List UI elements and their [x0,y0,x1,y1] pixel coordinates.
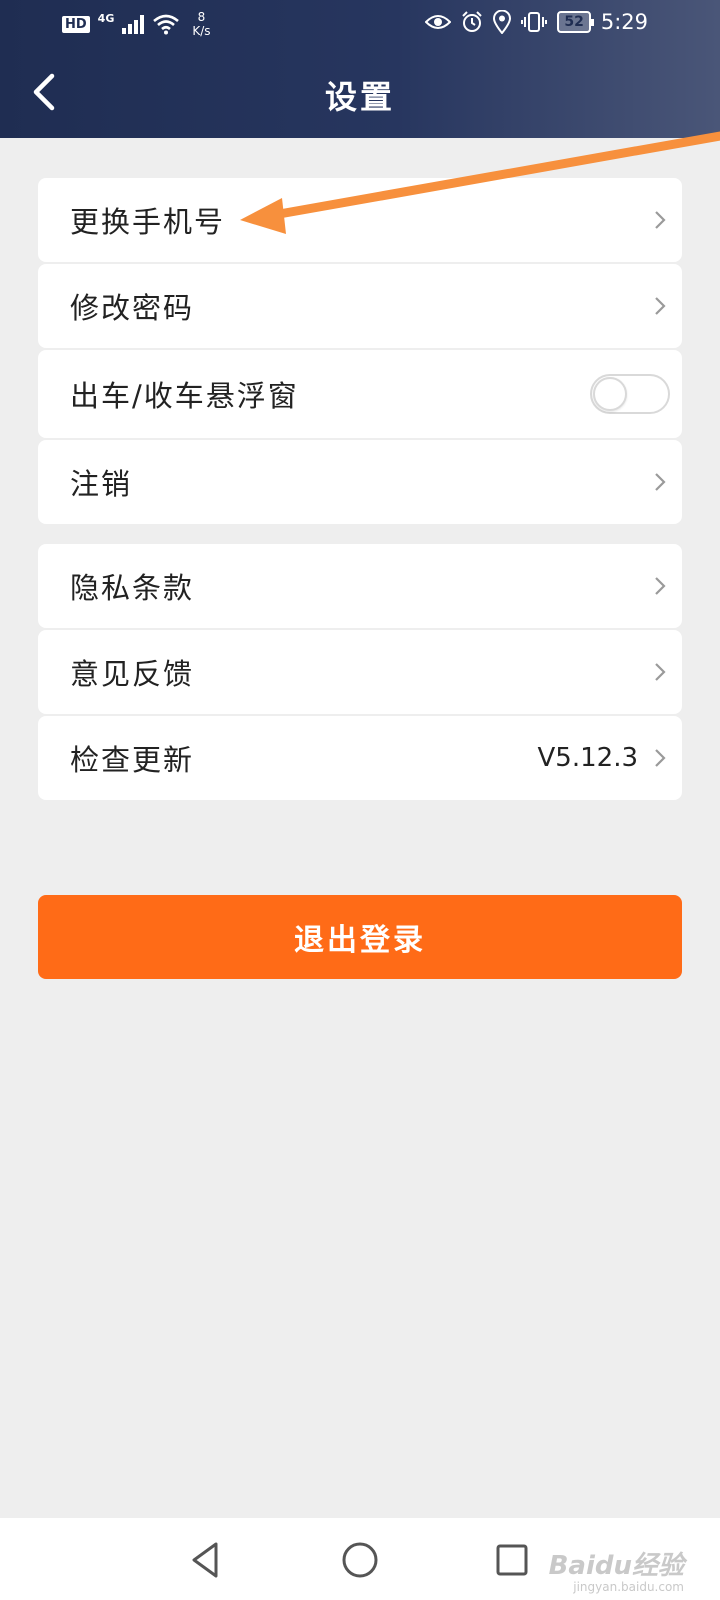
eye-icon [425,15,452,29]
recents-square-icon [496,1544,528,1576]
location-icon [493,10,512,34]
settings-item-change-phone[interactable]: 更换手机号 [38,178,682,262]
nav-recents-button[interactable] [490,1538,534,1582]
settings-item-privacy[interactable]: 隐私条款 [38,544,682,628]
alarm-icon [462,11,483,32]
clock: 5:29 [600,10,648,34]
settings-item-change-password[interactable]: 修改密码 [38,264,682,348]
item-label: 更换手机号 [70,205,226,239]
nav-home-button[interactable] [338,1538,382,1582]
battery-icon: 52 [557,11,595,33]
nav-back-button[interactable] [186,1538,230,1582]
settings-item-feedback[interactable]: 意见反馈 [38,630,682,714]
settings-item-deregister[interactable]: 注销 [38,440,682,524]
item-label: 注销 [70,467,133,501]
status-left: HD 4G 8 K/s [62,10,211,38]
header-bar: HD 4G 8 K/s 52 5:29 设置 [0,0,720,138]
item-label: 检查更新 [70,743,195,777]
chevron-right-icon [655,749,666,767]
item-label: 意见反馈 [70,657,195,691]
wifi-icon [153,14,180,35]
status-bar: HD 4G 8 K/s 52 5:29 [0,0,720,50]
settings-screen: HD 4G 8 K/s 52 5:29 设置 更换手机号 修改密码 出车/收车悬… [0,0,720,1600]
speed-value: 8 [197,10,206,24]
floating-window-toggle[interactable] [590,374,670,414]
chevron-right-icon [655,211,666,229]
home-circle-icon [342,1542,378,1578]
settings-item-floating-window: 出车/收车悬浮窗 [38,350,682,438]
network-speed: 8 K/s [192,10,210,38]
status-right: 52 5:29 [425,10,648,34]
vibrate-icon [521,12,548,32]
toggle-knob [593,377,627,411]
watermark-sub: jingyan.baidu.com [573,1580,684,1594]
logout-button[interactable]: 退出登录 [38,895,682,979]
item-label: 修改密码 [70,291,195,325]
speed-unit: K/s [192,24,211,38]
signal-icon [122,14,145,34]
chevron-right-icon [655,663,666,681]
chevron-right-icon [655,473,666,491]
version-value: V5.12.3 [537,743,638,773]
chevron-right-icon [655,577,666,595]
system-nav-bar: Baidu经验 jingyan.baidu.com [0,1518,720,1600]
item-label: 隐私条款 [70,571,195,605]
network-type: 4G [97,11,115,25]
back-triangle-icon [192,1542,218,1578]
item-label: 出车/收车悬浮窗 [70,379,299,413]
baidu-watermark: Baidu经验 jingyan.baidu.com [549,1552,684,1594]
settings-item-check-update[interactable]: 检查更新 V5.12.3 [38,716,682,800]
watermark-main: Baidu经验 [548,1551,684,1581]
page-title: 设置 [324,78,395,116]
chevron-right-icon [655,297,666,315]
hd-badge: HD [62,15,90,33]
